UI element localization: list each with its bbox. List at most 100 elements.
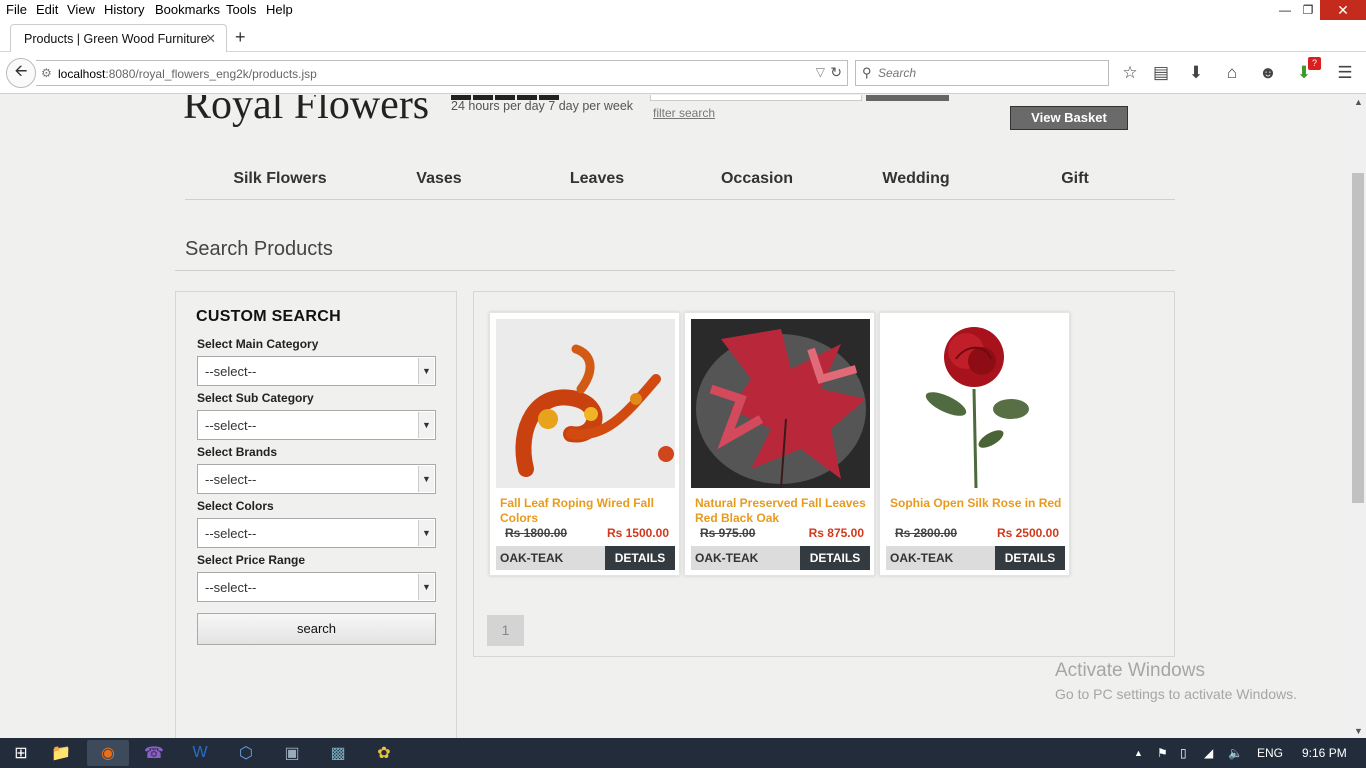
product-image[interactable]: [691, 319, 870, 488]
volume-icon[interactable]: 🔈: [1228, 746, 1243, 760]
chat-icon[interactable]: ☻: [1257, 63, 1279, 83]
bookmark-star-icon[interactable]: ☆: [1119, 63, 1141, 83]
network-icon[interactable]: ◢: [1204, 746, 1213, 760]
word-icon[interactable]: W: [179, 740, 221, 766]
brands-select[interactable]: --select-- ▼: [197, 464, 436, 494]
url-dropdown-icon[interactable]: ▽: [816, 65, 825, 79]
sub-category-select[interactable]: --select-- ▼: [197, 410, 436, 440]
product-material: OAK-TEAK: [890, 551, 954, 565]
product-card: Natural Preserved Fall Leaves Red Black …: [684, 312, 875, 576]
colors-label: Select Colors: [197, 499, 274, 513]
virtualbox-icon[interactable]: ⬡: [225, 740, 267, 766]
page-scrollbar[interactable]: ▲ ▼: [1350, 95, 1366, 738]
custom-search-panel: CUSTOM SEARCH Select Main Category --sel…: [175, 291, 457, 738]
nav-gift[interactable]: Gift: [1061, 170, 1089, 188]
scroll-down-icon[interactable]: ▼: [1354, 726, 1363, 736]
watermark-title: Activate Windows: [1055, 660, 1205, 681]
back-arrow-icon[interactable]: 🡨: [6, 58, 36, 88]
close-window-icon[interactable]: ✕: [1320, 0, 1366, 20]
nav-wedding[interactable]: Wedding: [882, 170, 949, 188]
product-price: Rs 1500.00: [606, 526, 669, 540]
remote-desktop-icon[interactable]: ▩: [317, 740, 359, 766]
product-card: Sophia Open Silk Rose in Red Rs 2800.00 …: [879, 312, 1070, 576]
main-category-select[interactable]: --select-- ▼: [197, 356, 436, 386]
title-divider: [175, 270, 1175, 271]
tab-title: Products | Green Wood Furniture: [24, 32, 208, 46]
pagination-page[interactable]: 1: [487, 615, 524, 646]
menu-edit[interactable]: Edit: [36, 2, 58, 17]
product-name[interactable]: Sophia Open Silk Rose in Red: [890, 496, 1062, 511]
product-footer: OAK-TEAK DETAILS: [691, 546, 870, 570]
nav-occasion[interactable]: Occasion: [721, 170, 793, 188]
details-button[interactable]: DETAILS: [995, 546, 1065, 570]
scroll-up-icon[interactable]: ▲: [1354, 97, 1363, 107]
start-windows-icon[interactable]: ⊞: [0, 740, 42, 766]
page-title: Search Products: [185, 238, 333, 260]
address-bar[interactable]: ⚙ localhost:8080/royal_flowers_eng2k/pro…: [36, 60, 848, 86]
filter-search-link[interactable]: filter search: [653, 106, 715, 120]
browser-search-box[interactable]: ⚲: [855, 60, 1109, 86]
photos-icon[interactable]: ▣: [271, 740, 313, 766]
hamburger-menu-icon[interactable]: ☰: [1334, 63, 1356, 83]
site-logo[interactable]: Royal Flowers: [183, 95, 429, 129]
viber-icon[interactable]: ☎: [133, 740, 175, 766]
product-name[interactable]: Natural Preserved Fall Leaves Red Black …: [695, 496, 867, 526]
product-image[interactable]: [886, 319, 1065, 488]
navigation-bar: 🡨 ⚙ localhost:8080/royal_flowers_eng2k/p…: [0, 52, 1366, 94]
product-price: Rs 2500.00: [996, 526, 1059, 540]
nav-leaves[interactable]: Leaves: [570, 170, 624, 188]
language-indicator[interactable]: ENG: [1257, 746, 1283, 760]
search-button[interactable]: search: [197, 613, 436, 645]
file-explorer-icon[interactable]: 📁: [40, 740, 82, 766]
colors-select[interactable]: --select-- ▼: [197, 518, 436, 548]
product-footer: OAK-TEAK DETAILS: [496, 546, 675, 570]
site-search-input[interactable]: [650, 95, 862, 101]
product-image[interactable]: [496, 319, 675, 488]
menu-view[interactable]: View: [67, 2, 95, 17]
details-button[interactable]: DETAILS: [605, 546, 675, 570]
product-footer: OAK-TEAK DETAILS: [886, 546, 1065, 570]
chevron-down-icon: ▼: [418, 412, 434, 438]
close-tab-icon[interactable]: ✕: [205, 31, 216, 47]
product-old-price: Rs 2800.00: [895, 526, 958, 540]
chevron-down-icon: ▼: [418, 520, 434, 546]
menu-bookmarks[interactable]: Bookmarks: [155, 2, 220, 17]
nav-silk-flowers[interactable]: Silk Flowers: [233, 170, 326, 188]
view-basket-button[interactable]: View Basket: [1010, 106, 1128, 130]
tray-expand-icon[interactable]: ▲: [1134, 748, 1143, 758]
menu-tools[interactable]: Tools: [226, 2, 256, 17]
menu-file[interactable]: File: [6, 2, 27, 17]
home-icon[interactable]: ⌂: [1221, 63, 1243, 83]
brands-label: Select Brands: [197, 445, 278, 459]
menu-history[interactable]: History: [104, 2, 144, 17]
downloads-icon[interactable]: ⬇: [1185, 63, 1207, 83]
price-range-label: Select Price Range: [197, 553, 306, 567]
flag-icon[interactable]: ⚑: [1157, 746, 1168, 760]
product-old-price: Rs 975.00: [700, 526, 756, 540]
reading-list-icon[interactable]: ▤: [1150, 63, 1172, 83]
scrollbar-thumb[interactable]: [1352, 173, 1364, 503]
product-name[interactable]: Fall Leaf Roping Wired Fall Colors: [500, 496, 672, 526]
activate-windows-watermark: Activate Windows Go to PC settings to ac…: [1055, 660, 1297, 702]
product-results: Fall Leaf Roping Wired Fall Colors Rs 18…: [473, 291, 1175, 657]
details-button[interactable]: DETAILS: [800, 546, 870, 570]
taskbar: ⊞ 📁 ◉ ☎ W ⬡ ▣ ▩ ✿ ▲ ⚑ ▯ ◢ 🔈 ENG 9:16 PM: [0, 738, 1366, 768]
product-card: Fall Leaf Roping Wired Fall Colors Rs 18…: [489, 312, 680, 576]
site-search-button[interactable]: [866, 95, 949, 101]
price-range-select[interactable]: --select-- ▼: [197, 572, 436, 602]
chevron-down-icon: ▼: [418, 574, 434, 600]
new-tab-icon[interactable]: +: [235, 27, 246, 48]
tab-products[interactable]: Products | Green Wood Furniture ✕: [10, 24, 227, 52]
paint-icon[interactable]: ✿: [363, 740, 405, 766]
clock[interactable]: 9:16 PM: [1302, 746, 1347, 760]
search-icon: ⚲: [862, 65, 872, 80]
product-old-price: Rs 1800.00: [505, 526, 568, 540]
reload-icon[interactable]: ↻: [830, 64, 842, 81]
browser-search-input[interactable]: [878, 64, 1098, 82]
power-icon[interactable]: ▯: [1180, 746, 1187, 760]
chevron-down-icon: ▼: [418, 466, 434, 492]
firefox-icon[interactable]: ◉: [87, 740, 129, 766]
menu-help[interactable]: Help: [266, 2, 293, 17]
product-price: Rs 875.00: [808, 526, 864, 540]
nav-vases[interactable]: Vases: [416, 170, 461, 188]
